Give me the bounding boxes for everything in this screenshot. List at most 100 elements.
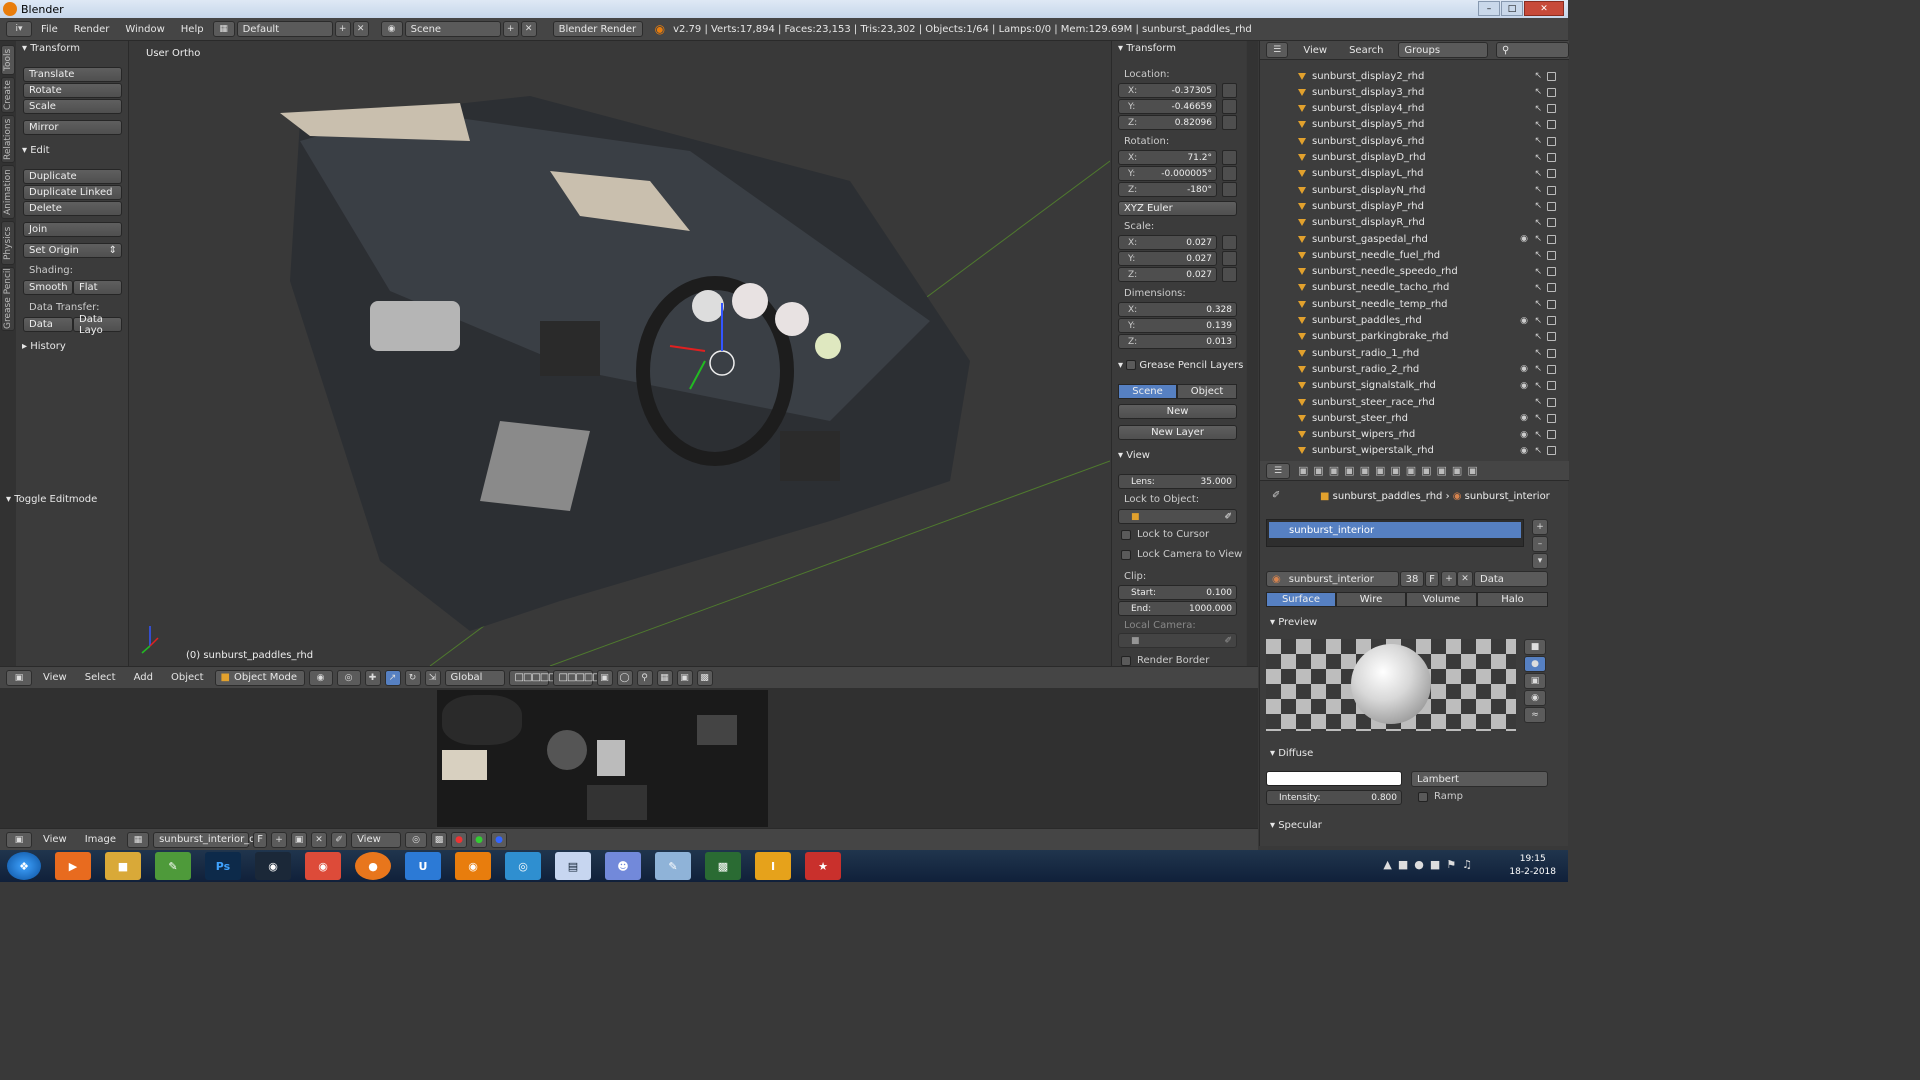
app-i-icon[interactable]: I: [755, 852, 791, 880]
diffuse-shader-select[interactable]: Lambert: [1411, 771, 1548, 787]
gp-object-tab[interactable]: Object: [1177, 384, 1237, 399]
selectable-cursor-icon[interactable]: ↖: [1534, 234, 1542, 244]
delete-button[interactable]: Delete: [23, 201, 122, 216]
render-camera-icon[interactable]: [1547, 234, 1556, 244]
diffuse-panel-header[interactable]: ▾ Diffuse: [1270, 748, 1313, 759]
render-camera-icon[interactable]: [1547, 316, 1556, 325]
selectable-cursor-icon[interactable]: ↖: [1534, 201, 1542, 211]
local-camera-field[interactable]: ■ ✐: [1118, 633, 1237, 648]
preview-panel-header[interactable]: ▾ Preview: [1270, 617, 1317, 628]
outliner-item[interactable]: sunburst_gaspedal_rhd ◉ ↖: [1260, 231, 1558, 247]
outliner-item[interactable]: sunburst_parkingbrake_rhd ↖: [1260, 329, 1558, 345]
selectable-cursor-icon[interactable]: ↖: [1534, 87, 1542, 97]
rotation-x-field[interactable]: X: 71.2°: [1118, 150, 1217, 165]
menu-window[interactable]: Window: [118, 24, 171, 35]
data-button[interactable]: Data: [23, 317, 73, 332]
selectable-cursor-icon[interactable]: ↖: [1534, 397, 1542, 407]
outliner-item[interactable]: sunburst_displayL_rhd ↖: [1260, 166, 1558, 182]
mirror-button[interactable]: Mirror: [23, 120, 122, 135]
media-player-icon[interactable]: ▶: [55, 852, 91, 880]
preview-sphere-icon[interactable]: ●: [1524, 656, 1546, 672]
clip-start-field[interactable]: Start: 0.100: [1118, 585, 1237, 600]
flat-button[interactable]: Flat: [73, 280, 122, 295]
duplicate-button[interactable]: Duplicate: [23, 169, 122, 184]
viewport-view-menu[interactable]: View: [36, 672, 74, 683]
set-origin-select[interactable]: Set Origin ⇕: [23, 243, 122, 258]
eyedropper-icon[interactable]: ✐: [1224, 512, 1232, 522]
transform-orientation-select[interactable]: Global: [444, 669, 505, 686]
rotate-button[interactable]: Rotate: [23, 83, 122, 98]
manipulator-toggle-icon[interactable]: ✚: [364, 669, 381, 686]
gp-new-layer-button[interactable]: New Layer: [1118, 425, 1237, 440]
tab-create[interactable]: Create: [1, 77, 15, 113]
grease-pencil-header[interactable]: ▾ Grease Pencil Layers: [1118, 360, 1243, 371]
channel-green-icon[interactable]: ●: [471, 831, 488, 848]
maximize-button[interactable]: □: [1501, 1, 1523, 16]
scale-y-field[interactable]: Y: 0.027: [1118, 251, 1217, 266]
selectable-cursor-icon[interactable]: ↖: [1534, 153, 1542, 163]
preview-monkey-icon[interactable]: ◉: [1524, 690, 1546, 706]
open-image-icon[interactable]: ▣: [291, 831, 308, 848]
layer-lock-icon[interactable]: ▣: [596, 669, 613, 686]
menu-help[interactable]: Help: [174, 24, 211, 35]
outliner-search-menu[interactable]: Search: [1342, 45, 1390, 56]
outliner-item[interactable]: sunburst_steer_race_rhd ↖: [1260, 394, 1558, 410]
material-slot-item[interactable]: sunburst_interior: [1269, 522, 1521, 538]
screen-layout-field[interactable]: Default: [236, 21, 333, 37]
scale-button[interactable]: Scale: [23, 99, 122, 114]
render-camera-icon[interactable]: [1547, 348, 1556, 358]
mode-select[interactable]: ■ Object Mode: [214, 669, 305, 686]
gp-scene-tab[interactable]: Scene: [1118, 384, 1177, 399]
smooth-button[interactable]: Smooth: [23, 280, 73, 295]
dimensions-x-field[interactable]: X: 0.328: [1118, 302, 1237, 317]
remove-slot-icon[interactable]: –: [1532, 536, 1548, 552]
pivot-point-icon[interactable]: ◎: [336, 669, 361, 686]
clip-end-field[interactable]: End: 1000.000: [1118, 601, 1237, 616]
lock-location-y-icon[interactable]: [1222, 99, 1237, 114]
outliner-search-field[interactable]: ⚲: [1496, 42, 1569, 58]
screen-layout-icon[interactable]: ▦: [212, 21, 235, 37]
outliner-view-menu[interactable]: View: [1296, 45, 1334, 56]
outliner-item[interactable]: sunburst_displayN_rhd ↖: [1260, 182, 1558, 198]
tab-tools[interactable]: Tools: [1, 45, 15, 75]
tab-volume[interactable]: Volume: [1406, 592, 1477, 607]
toggle-editmode-header[interactable]: ▾ Toggle Editmode: [6, 494, 97, 505]
render-camera-icon[interactable]: [1547, 267, 1556, 277]
notepad-icon[interactable]: ✎: [155, 852, 191, 880]
outliner-item[interactable]: sunburst_needle_fuel_rhd ↖: [1260, 247, 1558, 263]
viewport-shading-icon[interactable]: ◉: [308, 669, 333, 686]
origin-icon[interactable]: ●: [355, 852, 391, 880]
material-link-select[interactable]: Data: [1474, 571, 1548, 587]
remove-scene-icon[interactable]: ✕: [520, 21, 537, 37]
lock-to-object-field[interactable]: ■ ✐: [1118, 509, 1237, 524]
chrome-icon[interactable]: ◉: [305, 852, 341, 880]
context-tabs-icons[interactable]: ▣▣▣▣▣▣▣▣▣▣▣▣: [1298, 464, 1483, 477]
tab-grease-pencil[interactable]: Grease Pencil: [1, 267, 15, 331]
app-swirl-icon[interactable]: ★: [805, 852, 841, 880]
data-layout-button[interactable]: Data Layo: [73, 314, 122, 336]
lock-scale-x-icon[interactable]: [1222, 235, 1237, 250]
view-panel-header[interactable]: ▾ View: [1118, 450, 1150, 461]
outliner-item[interactable]: sunburst_display5_rhd ↖: [1260, 117, 1558, 133]
preview-cube-icon[interactable]: ▣: [1524, 673, 1546, 689]
image-fake-user-toggle[interactable]: F: [253, 831, 268, 848]
3d-viewport[interactable]: User Ortho (0) sunburst_paddles_rhd: [130, 41, 1110, 666]
paint-icon[interactable]: ✎: [655, 852, 691, 880]
visibility-eye-icon[interactable]: ◉: [1520, 381, 1528, 391]
unlink-material-icon[interactable]: ✕: [1457, 571, 1473, 587]
outliner-editor-icon[interactable]: ☰: [1266, 42, 1289, 58]
render-camera-icon[interactable]: [1547, 169, 1556, 179]
material-users-count[interactable]: 38: [1400, 571, 1424, 587]
image-mode-select[interactable]: View: [351, 831, 402, 848]
outliner-item[interactable]: sunburst_radio_1_rhd ↖: [1260, 345, 1558, 361]
tab-relations[interactable]: Relations: [1, 115, 15, 163]
tab-halo[interactable]: Halo: [1477, 592, 1548, 607]
photoshop-icon[interactable]: Ps: [205, 852, 241, 880]
outliner-item[interactable]: sunburst_steer_rhd ◉ ↖: [1260, 410, 1558, 426]
render-camera-icon[interactable]: [1547, 283, 1556, 293]
selectable-cursor-icon[interactable]: ↖: [1534, 136, 1542, 146]
selectable-cursor-icon[interactable]: ↖: [1534, 104, 1542, 114]
lock-rotation-x-icon[interactable]: [1222, 150, 1237, 165]
tab-surface[interactable]: Surface: [1266, 592, 1336, 607]
menu-file[interactable]: File: [34, 24, 65, 35]
